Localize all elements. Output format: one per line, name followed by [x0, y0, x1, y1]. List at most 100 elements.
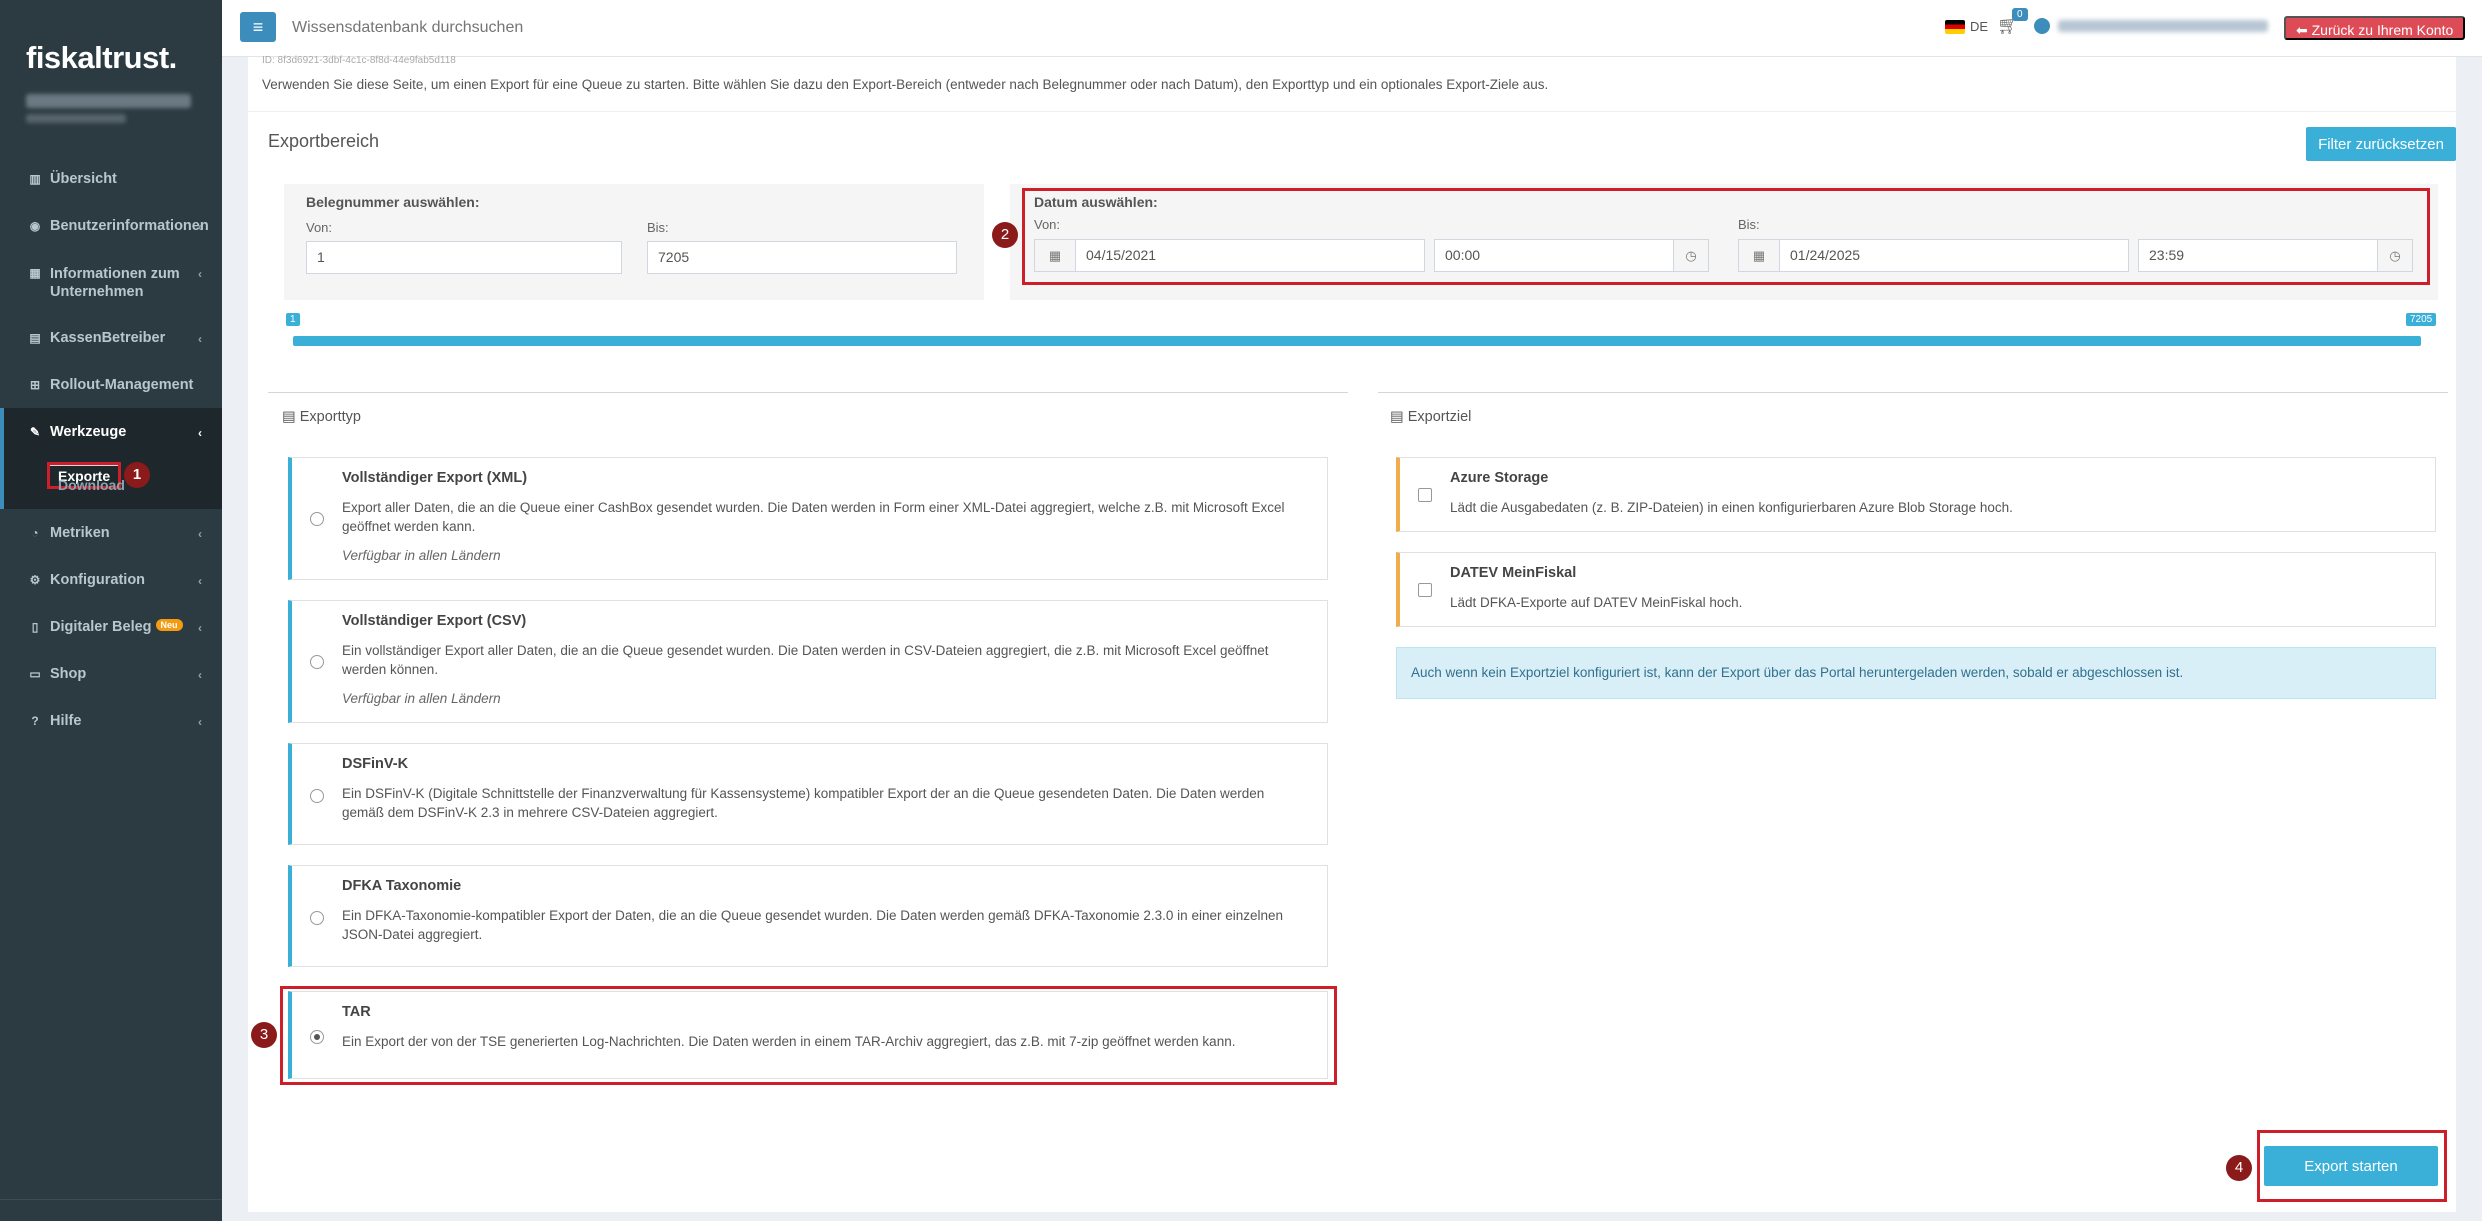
- receipt-number-panel: Belegnummer auswählen: Von: 1 Bis: 7205: [284, 184, 984, 300]
- chevron-left-icon: ‹: [198, 574, 202, 588]
- chevron-down-icon: ‹: [198, 426, 202, 440]
- sidebar-item-uebersicht[interactable]: ▥ Übersicht: [0, 155, 222, 202]
- top-bar: ≡ DE 🛒︎ 0 ⬅ Zurück zu Ihrem Konto: [222, 0, 2482, 57]
- sidebar-item-hilfe[interactable]: ? Hilfe ‹: [0, 697, 222, 744]
- receipt-to-input[interactable]: 7205: [647, 241, 957, 274]
- submenu-label: Download: [58, 477, 125, 493]
- reset-filter-button[interactable]: Filter zurücksetzen: [2306, 127, 2456, 161]
- option-desc: Ein DSFinV-K (Digitale Schnittstelle der…: [342, 786, 1265, 820]
- user-email-blurred: [2058, 20, 2268, 32]
- receipt-number-title: Belegnummer auswählen:: [306, 194, 480, 210]
- german-flag-icon: [1945, 19, 1965, 34]
- sidebar-item-label: Metriken: [50, 525, 110, 541]
- credit-card-icon: ▭: [29, 667, 41, 681]
- sidebar: fiskaltrust. ▥ Übersicht ◉ Benutzerinforma…: [0, 0, 222, 1221]
- brand-area: fiskaltrust.: [0, 0, 222, 155]
- sidebar-item-label: KassenBetreiber: [50, 330, 166, 346]
- language-label: DE: [1970, 19, 1989, 34]
- sidebar-item-label: Konfiguration: [50, 572, 146, 588]
- plus-square-icon: ⊞: [29, 378, 41, 392]
- back-button-label: Zurück zu Ihrem Konto: [2311, 22, 2454, 38]
- option-desc: Ein vollständiger Export aller Daten, di…: [342, 643, 1269, 677]
- sidebar-item-digitaler-beleg[interactable]: ▯ Digitaler Beleg Neu ‹: [0, 603, 222, 650]
- chevron-left-icon: ‹: [198, 715, 202, 729]
- option-title: Azure Storage: [1450, 470, 1549, 486]
- user-circle-icon: ◉: [29, 219, 41, 233]
- sidebar-item-label: Übersicht: [50, 171, 117, 187]
- chevron-left-icon: ‹: [198, 267, 202, 281]
- knowledge-search-input[interactable]: [292, 12, 672, 44]
- sidebar-item-label: Benutzerinformationen: [50, 218, 209, 234]
- export-target-title-text: Exportziel: [1407, 409, 1472, 425]
- slider-max-label: 7205: [2406, 313, 2437, 326]
- sidebar-footer: [0, 1199, 222, 1221]
- export-option-dsfinvk[interactable]: DSFinV-K Ein DSFinV-K (Digitale Schnitts…: [288, 743, 1328, 845]
- werkzeuge-submenu: Exporte 1 Download: [0, 455, 222, 509]
- export-type-title: ▤ Exporttyp: [282, 409, 361, 425]
- step-marker-4: 4: [2226, 1155, 2252, 1181]
- target-option-datev[interactable]: DATEV MeinFiskal Lädt DFKA-Exporte auf D…: [1396, 552, 2436, 627]
- radio-dfka[interactable]: [310, 911, 324, 925]
- option-note: Verfügbar in allen Ländern: [342, 691, 501, 706]
- sidebar-item-unternehmen[interactable]: ▦ Informationen zum Unternehmen ‹: [0, 249, 222, 314]
- sidebar-item-kassenbetreiber[interactable]: ▤ KassenBetreiber ‹: [0, 314, 222, 361]
- sidebar-item-shop[interactable]: ▭ Shop ‹: [0, 650, 222, 697]
- sidebar-item-label: Shop: [50, 666, 87, 682]
- export-option-csv[interactable]: Vollständiger Export (CSV) Ein vollständ…: [288, 600, 1328, 723]
- step-marker-3: 3: [251, 1022, 277, 1048]
- user-menu[interactable]: [2034, 18, 2268, 34]
- chevron-left-icon: ‹: [198, 668, 202, 682]
- slider-min-label: 1: [286, 313, 300, 326]
- export-target-info: Auch wenn kein Exportziel konfiguriert i…: [1396, 647, 2436, 699]
- sidebar-item-konfiguration[interactable]: ⚙ Konfiguration ‹: [0, 556, 222, 603]
- sidebar-item-label: Digitaler Beleg: [50, 619, 152, 635]
- back-to-account-button[interactable]: ⬅ Zurück zu Ihrem Konto: [2284, 16, 2466, 40]
- file-icon: ▤: [282, 409, 300, 425]
- date-highlight-frame: [1022, 188, 2430, 285]
- sidebar-item-benutzerinformationen[interactable]: ◉ Benutzerinformationen ‹: [0, 202, 222, 249]
- chevron-left-icon: ‹: [198, 220, 202, 234]
- submenu-item-exporte[interactable]: Exporte 1: [4, 459, 222, 489]
- language-switcher[interactable]: DE: [1945, 19, 1988, 34]
- sidebar-item-label: Informationen zum Unternehmen: [50, 266, 180, 300]
- receipt-from-label: Von:: [306, 220, 333, 235]
- radio-xml[interactable]: [310, 512, 324, 526]
- option-desc: Lädt DFKA-Exporte auf DATEV MeinFiskal h…: [1450, 595, 1743, 610]
- export-option-dfka[interactable]: DFKA Taxonomie Ein DFKA-Taxonomie-kompat…: [288, 865, 1328, 967]
- tachometer-icon: ◔: [31, 526, 39, 540]
- sidebar-item-werkzeuge[interactable]: ✎ Werkzeuge ‹: [0, 408, 222, 455]
- target-option-azure[interactable]: Azure Storage Lädt die Ausgabedaten (z. …: [1396, 457, 2436, 532]
- sidebar-item-label: Werkzeuge: [50, 424, 127, 440]
- radio-csv[interactable]: [310, 655, 324, 669]
- file-icon: ▤: [1390, 409, 1408, 425]
- export-button-highlight-frame: [2257, 1130, 2447, 1202]
- file-icon: ▯: [31, 620, 39, 634]
- export-option-xml[interactable]: Vollständiger Export (XML) Export aller …: [288, 457, 1328, 580]
- sidebar-item-metriken[interactable]: ◔ Metriken ‹: [0, 509, 222, 556]
- sidebar-item-rollout[interactable]: ⊞ Rollout-Management: [0, 361, 222, 408]
- account-sub-blurred: [26, 114, 126, 123]
- menu-toggle-icon[interactable]: ≡: [240, 12, 276, 42]
- sidebar-item-label: Rollout-Management: [50, 377, 194, 393]
- checkbox-azure[interactable]: [1418, 488, 1432, 502]
- question-icon: ?: [31, 714, 39, 728]
- receipt-range-slider[interactable]: [293, 336, 2421, 346]
- new-badge: Neu: [155, 619, 183, 631]
- chevron-left-icon: ‹: [198, 527, 202, 541]
- sidebar-item-label: Hilfe: [50, 713, 82, 729]
- tar-highlight-frame: [280, 986, 1337, 1085]
- option-desc: Lädt die Ausgabedaten (z. B. ZIP-Dateien…: [1450, 500, 2013, 515]
- submenu-item-download[interactable]: Download: [4, 471, 222, 499]
- chevron-left-icon: ‹: [198, 621, 202, 635]
- export-type-box: [268, 392, 1348, 402]
- user-icon: [2034, 18, 2050, 34]
- radio-dsfinvk[interactable]: [310, 789, 324, 803]
- account-name-blurred[interactable]: [26, 94, 191, 108]
- option-title: DSFinV-K: [342, 756, 409, 772]
- checkbox-datev[interactable]: [1418, 583, 1432, 597]
- wrench-icon: ✎: [29, 425, 41, 439]
- option-title: Vollständiger Export (XML): [342, 470, 528, 486]
- cogs-icon: ⚙: [29, 573, 41, 587]
- receipt-from-input[interactable]: 1: [306, 241, 622, 274]
- book-icon: ▤: [29, 331, 41, 345]
